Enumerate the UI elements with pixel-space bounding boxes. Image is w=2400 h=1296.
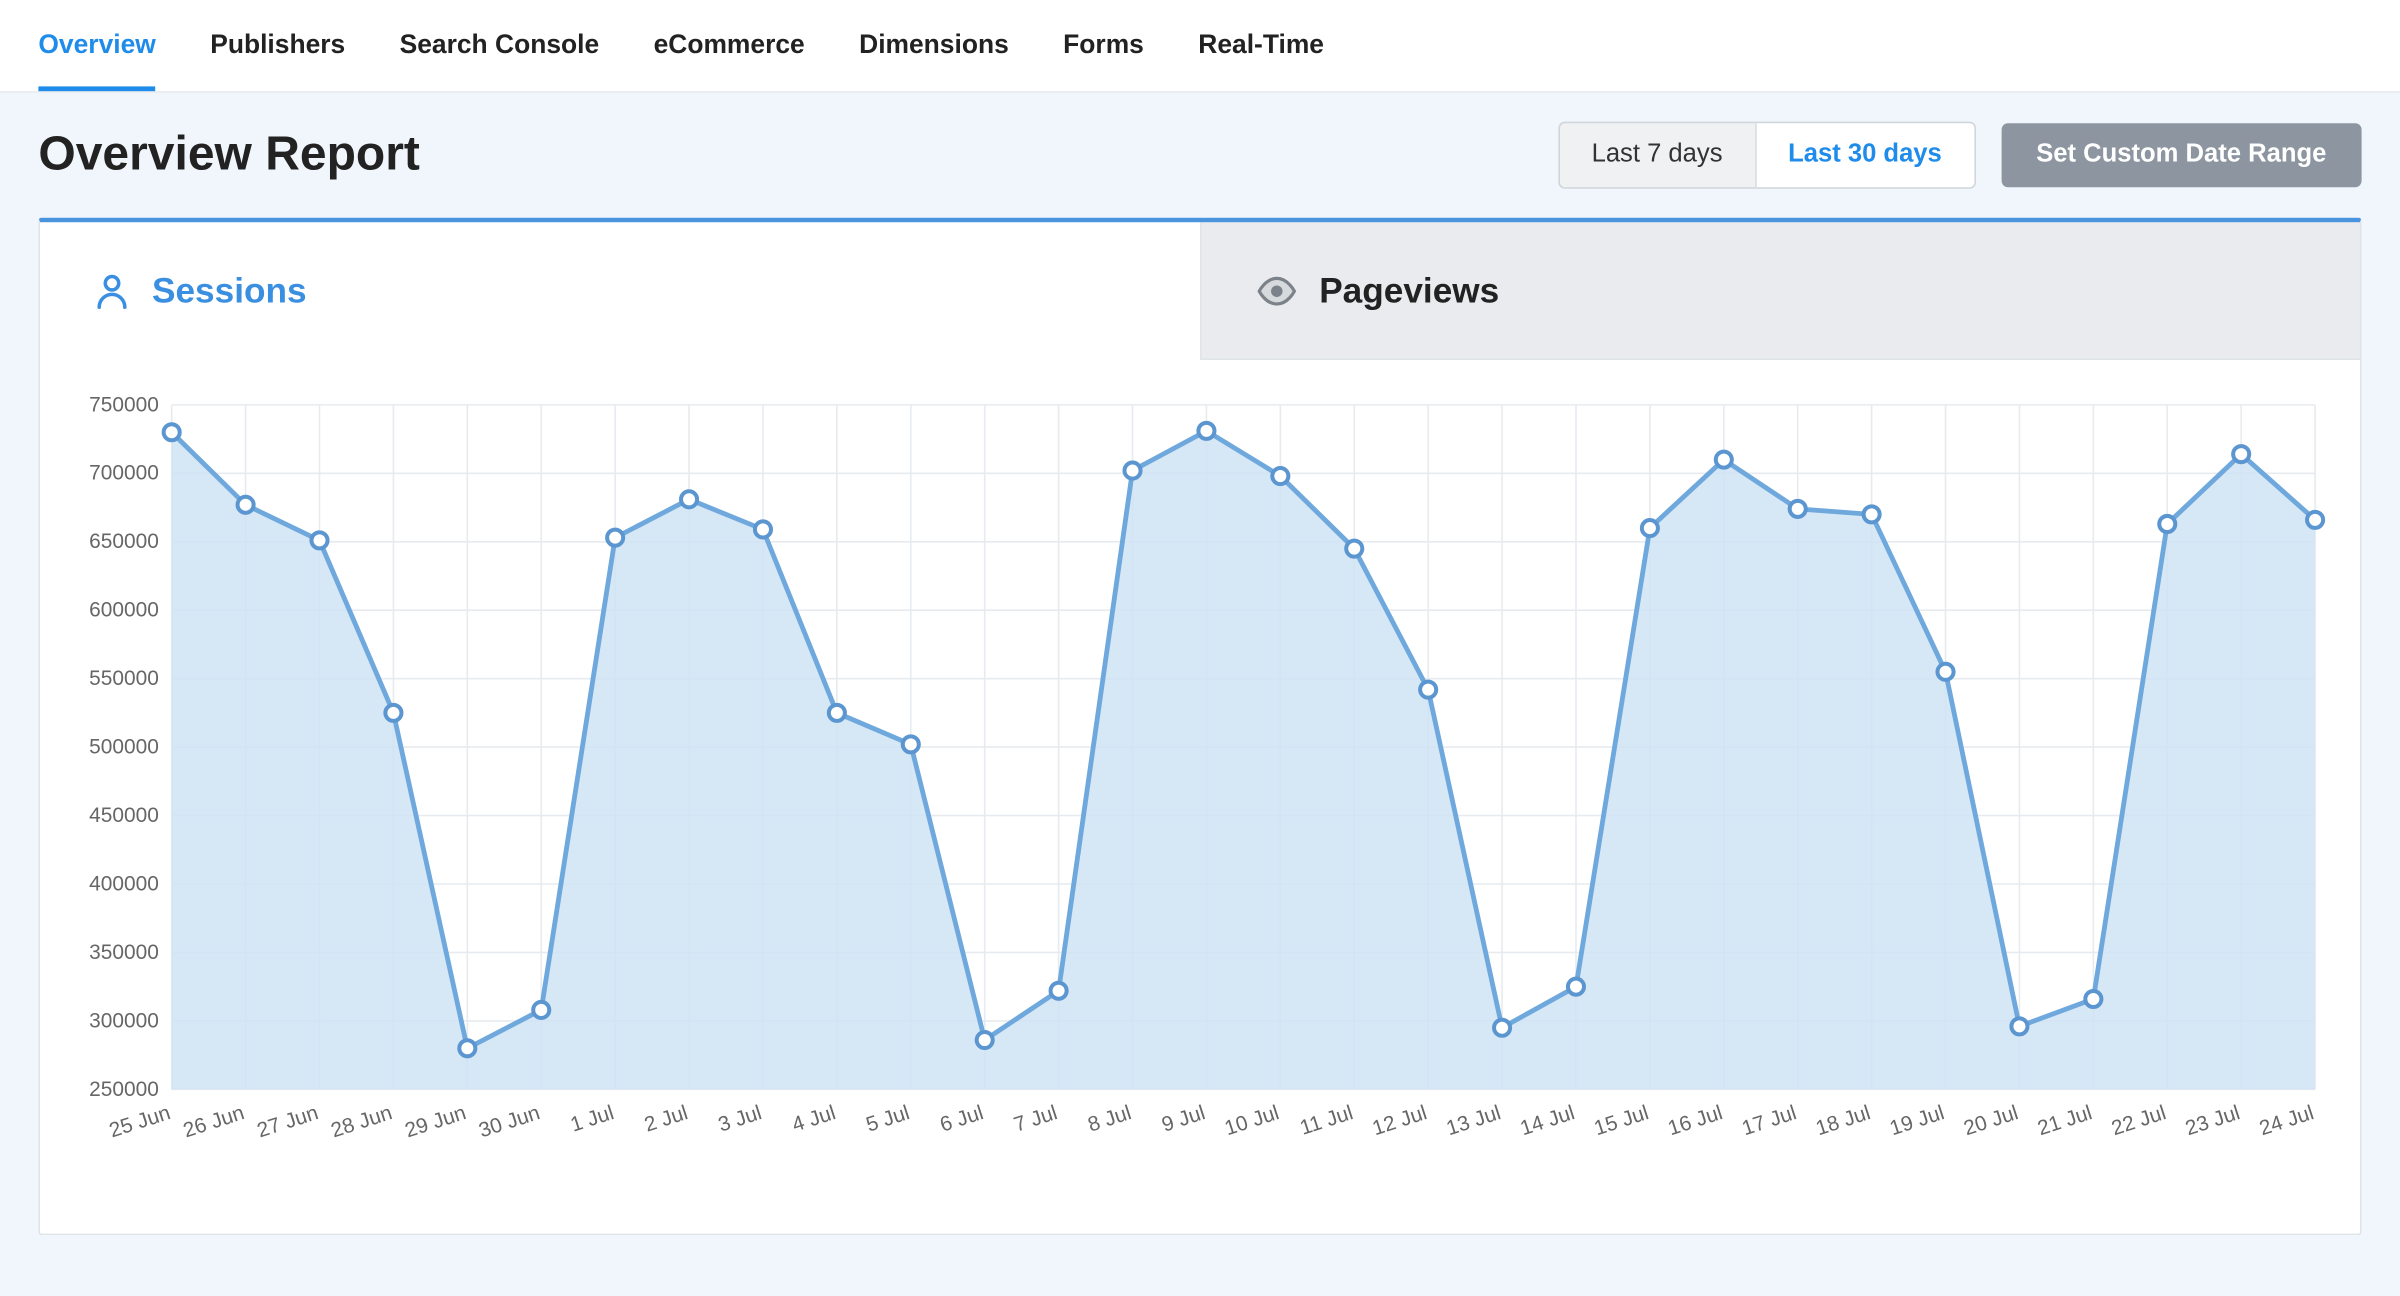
svg-text:350000: 350000 <box>89 941 159 964</box>
top-tabs: Overview Publishers Search Console eComm… <box>0 0 2400 93</box>
svg-text:8 Jul: 8 Jul <box>1085 1101 1134 1137</box>
metric-tab-pageviews-label: Pageviews <box>1319 270 1499 312</box>
svg-text:13 Jul: 13 Jul <box>1444 1101 1504 1140</box>
tab-ecommerce[interactable]: eCommerce <box>654 1 805 91</box>
metric-tab-sessions-label: Sessions <box>152 270 307 312</box>
svg-text:10 Jul: 10 Jul <box>1222 1101 1282 1140</box>
svg-text:24 Jul: 24 Jul <box>2257 1101 2317 1140</box>
custom-date-button[interactable]: Set Custom Date Range <box>2001 123 2362 187</box>
metric-tab-sessions[interactable]: Sessions <box>40 222 1199 360</box>
svg-text:26 Jun: 26 Jun <box>180 1101 247 1142</box>
svg-text:19 Jul: 19 Jul <box>1887 1101 1947 1140</box>
svg-text:18 Jul: 18 Jul <box>1813 1101 1873 1140</box>
svg-text:12 Jul: 12 Jul <box>1370 1101 1430 1140</box>
svg-text:3 Jul: 3 Jul <box>715 1101 764 1137</box>
tab-publishers[interactable]: Publishers <box>210 1 345 91</box>
svg-text:21 Jul: 21 Jul <box>2035 1101 2095 1140</box>
chart-container: 250000 300000 350000 400000 450000 500000 5500… <box>40 360 2360 1234</box>
svg-text:2 Jul: 2 Jul <box>642 1101 691 1137</box>
svg-text:650000: 650000 <box>89 530 159 553</box>
svg-text:25 Jun: 25 Jun <box>106 1101 173 1142</box>
tab-real-time[interactable]: Real-Time <box>1198 1 1324 91</box>
eye-icon <box>1255 274 1297 306</box>
svg-text:700000: 700000 <box>89 462 159 485</box>
svg-text:500000: 500000 <box>89 736 159 759</box>
svg-text:300000: 300000 <box>89 1009 159 1032</box>
svg-text:11 Jul: 11 Jul <box>1297 1101 1356 1140</box>
svg-text:27 Jun: 27 Jun <box>254 1101 321 1142</box>
svg-text:15 Jul: 15 Jul <box>1591 1101 1651 1140</box>
svg-text:400000: 400000 <box>89 872 159 895</box>
svg-text:29 Jun: 29 Jun <box>402 1101 469 1142</box>
page-title: Overview Report <box>38 128 419 182</box>
overview-panel: Sessions Pageviews 250000 300000 350000 400… <box>38 218 2361 1236</box>
svg-text:20 Jul: 20 Jul <box>1961 1101 2021 1140</box>
svg-text:28 Jun: 28 Jun <box>328 1101 395 1142</box>
header-row: Overview Report Last 7 days Last 30 days… <box>38 122 2361 189</box>
svg-text:23 Jul: 23 Jul <box>2183 1101 2243 1140</box>
svg-text:5 Jul: 5 Jul <box>863 1101 912 1137</box>
user-icon <box>94 272 129 310</box>
svg-text:17 Jul: 17 Jul <box>1739 1101 1799 1140</box>
tab-dimensions[interactable]: Dimensions <box>859 1 1009 91</box>
date-range-toggle: Last 7 days Last 30 days <box>1558 122 1975 189</box>
range-30-button[interactable]: Last 30 days <box>1755 123 1974 187</box>
svg-text:14 Jul: 14 Jul <box>1517 1101 1577 1140</box>
metric-tab-pageviews[interactable]: Pageviews <box>1199 222 2360 360</box>
sessions-chart: 250000 300000 350000 400000 450000 500000 5500… <box>59 389 2341 1192</box>
metric-tabs: Sessions Pageviews <box>40 222 2360 360</box>
svg-text:4 Jul: 4 Jul <box>789 1101 838 1137</box>
tab-forms[interactable]: Forms <box>1063 1 1144 91</box>
svg-text:6 Jul: 6 Jul <box>937 1101 986 1137</box>
svg-text:1 Jul: 1 Jul <box>568 1101 617 1137</box>
header-controls: Last 7 days Last 30 days Set Custom Date… <box>1558 122 2362 189</box>
svg-text:30 Jun: 30 Jun <box>476 1101 543 1142</box>
svg-text:750000: 750000 <box>89 393 159 416</box>
svg-text:22 Jul: 22 Jul <box>2109 1101 2169 1140</box>
svg-text:450000: 450000 <box>89 804 159 827</box>
page-body: Overview Report Last 7 days Last 30 days… <box>0 93 2400 1296</box>
tab-overview[interactable]: Overview <box>38 1 155 91</box>
range-7-button[interactable]: Last 7 days <box>1560 123 1755 187</box>
svg-text:16 Jul: 16 Jul <box>1665 1101 1725 1140</box>
tab-search-console[interactable]: Search Console <box>400 1 600 91</box>
svg-text:250000: 250000 <box>89 1078 159 1101</box>
svg-text:9 Jul: 9 Jul <box>1159 1101 1208 1137</box>
svg-text:7 Jul: 7 Jul <box>1011 1101 1060 1137</box>
svg-text:550000: 550000 <box>89 667 159 690</box>
svg-text:600000: 600000 <box>89 599 159 622</box>
